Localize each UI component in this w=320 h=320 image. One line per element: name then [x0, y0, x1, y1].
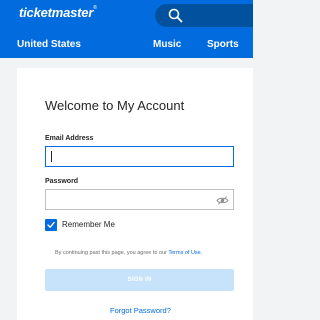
checkmark-icon — [47, 221, 55, 228]
page-title: Welcome to My Account — [45, 98, 185, 113]
login-card: Welcome to My Account Email Address Pass… — [17, 68, 253, 320]
email-field[interactable] — [45, 146, 234, 167]
forgot-password-link[interactable]: Forgot Password? — [110, 306, 171, 315]
logo-registered-mark: ® — [93, 5, 97, 11]
ticketmaster-logo[interactable]: ticketmaster® — [19, 5, 97, 20]
password-label: Password — [45, 178, 79, 185]
email-label: Email Address — [45, 135, 94, 142]
sign-in-button[interactable]: SIGN IN — [45, 269, 234, 291]
text-caret — [51, 151, 52, 162]
search-button[interactable] — [155, 4, 253, 27]
remember-me-checkbox[interactable] — [45, 219, 57, 231]
terms-disclaimer: By continuing past this page, you agree … — [55, 250, 202, 256]
password-field[interactable] — [45, 189, 234, 210]
logo-text: ticketmaster — [19, 5, 94, 20]
nav-item-music[interactable]: Music — [153, 39, 181, 50]
search-icon — [168, 8, 183, 23]
top-header: ticketmaster® — [0, 0, 253, 32]
nav-item-sports[interactable]: Sports — [207, 39, 239, 50]
nav-location[interactable]: United States — [17, 39, 81, 50]
remember-me-label[interactable]: Remember Me — [62, 220, 115, 229]
disclaimer-text: By continuing past this page, you agree … — [55, 250, 169, 256]
eye-icon[interactable] — [216, 196, 229, 205]
nav-bar: United States Music Sports — [0, 32, 253, 58]
terms-of-use-link[interactable]: Terms of Use. — [168, 250, 202, 256]
